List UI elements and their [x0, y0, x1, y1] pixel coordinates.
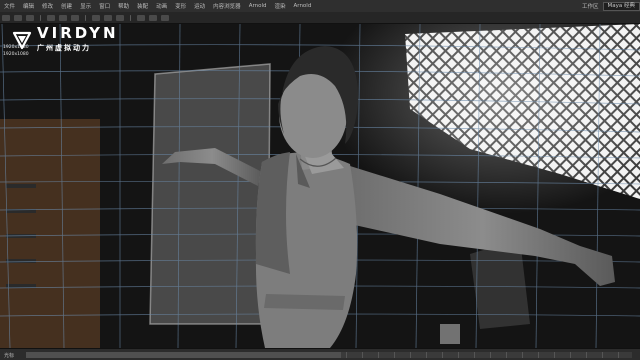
- maya-window: 文件 编辑 修改 创建 显示 窗口 帮助 装配 动画 变形 运动 内容浏览器 A…: [0, 0, 640, 360]
- time-slider[interactable]: [26, 352, 632, 358]
- virdyn-logo: VIRDYN 广州虚拟动力: [12, 26, 119, 53]
- snap-grid-icon[interactable]: [92, 14, 100, 21]
- paint-tool-icon[interactable]: [26, 14, 34, 21]
- menu-content-browser[interactable]: 内容浏览器: [209, 2, 245, 10]
- status-bar: 光标: [0, 348, 640, 360]
- menu-edit[interactable]: 编辑: [19, 2, 38, 10]
- ipr-render-icon[interactable]: [149, 14, 157, 21]
- move-tool-icon[interactable]: [47, 14, 55, 21]
- menu-help[interactable]: 帮助: [114, 2, 133, 10]
- lasso-tool-icon[interactable]: [14, 14, 22, 21]
- select-tool-icon[interactable]: [2, 14, 10, 21]
- workspace-selector[interactable]: 工作区 Maya 经典: [578, 1, 640, 11]
- snap-point-icon[interactable]: [116, 14, 124, 21]
- toolbar-divider: [85, 14, 86, 21]
- menu-bar: 文件 编辑 修改 创建 显示 窗口 帮助 装配 动画 变形 运动 内容浏览器 A…: [0, 0, 640, 12]
- workspace-dropdown[interactable]: Maya 经典: [602, 1, 640, 11]
- menu-arnold-2[interactable]: Arnold: [290, 3, 316, 9]
- status-label: 光标: [4, 352, 15, 359]
- menu-window[interactable]: 窗口: [95, 2, 114, 10]
- scale-tool-icon[interactable]: [71, 14, 79, 21]
- toolbar-divider: [130, 14, 131, 21]
- reflector-panel: [150, 64, 270, 324]
- viewport-scene: [0, 23, 640, 349]
- menu-file[interactable]: 文件: [0, 2, 19, 10]
- tool-shelf: [0, 12, 640, 24]
- menu-modify[interactable]: 修改: [38, 2, 57, 10]
- menu-animation[interactable]: 动画: [152, 2, 171, 10]
- menu-create[interactable]: 创建: [57, 2, 76, 10]
- snap-curve-icon[interactable]: [104, 14, 112, 21]
- menu-arnold[interactable]: Arnold: [245, 3, 271, 9]
- menu-deform[interactable]: 变形: [171, 2, 190, 10]
- workspace-label: 工作区: [581, 4, 599, 10]
- menu-display[interactable]: 显示: [76, 2, 95, 10]
- toolbar-divider: [40, 14, 41, 21]
- render-settings-icon[interactable]: [161, 14, 169, 21]
- render-icon[interactable]: [137, 14, 145, 21]
- menu-motion[interactable]: 运动: [190, 2, 209, 10]
- menu-render[interactable]: 渲染: [271, 2, 290, 10]
- virdyn-logo-icon: [12, 31, 32, 49]
- logo-brand: VIRDYN: [37, 24, 119, 42]
- menu-rigging[interactable]: 装配: [133, 2, 152, 10]
- logo-subtitle: 广州虚拟动力: [37, 44, 91, 52]
- 3d-viewport[interactable]: 1920x1080 1920x1080: [0, 23, 640, 349]
- time-slider-fill: [26, 352, 342, 358]
- rotate-tool-icon[interactable]: [59, 14, 67, 21]
